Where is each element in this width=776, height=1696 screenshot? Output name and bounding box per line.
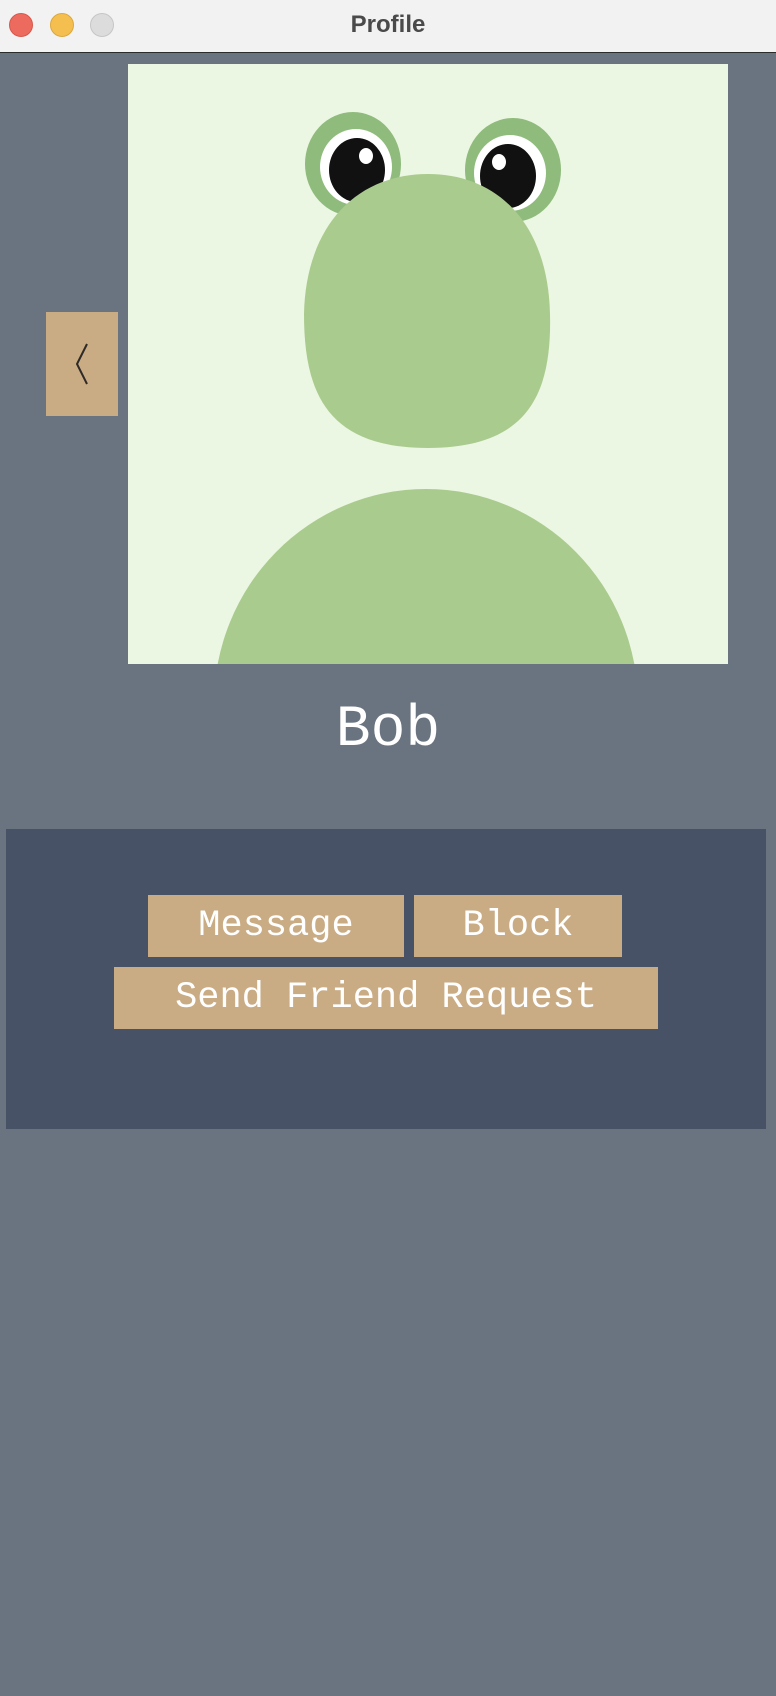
window-title: Profile [350,11,426,38]
frog-avatar-icon [128,64,728,664]
block-button[interactable]: Block [414,895,622,957]
message-button[interactable]: Message [148,895,404,957]
title-bar: Profile [0,0,776,53]
back-button[interactable] [46,312,118,416]
profile-avatar [128,64,728,664]
profile-username: Bob [335,698,441,763]
chevron-left-icon [75,343,88,385]
action-panel: Message Block Send Friend Request [6,829,766,1129]
send-friend-request-button[interactable]: Send Friend Request [114,967,658,1029]
